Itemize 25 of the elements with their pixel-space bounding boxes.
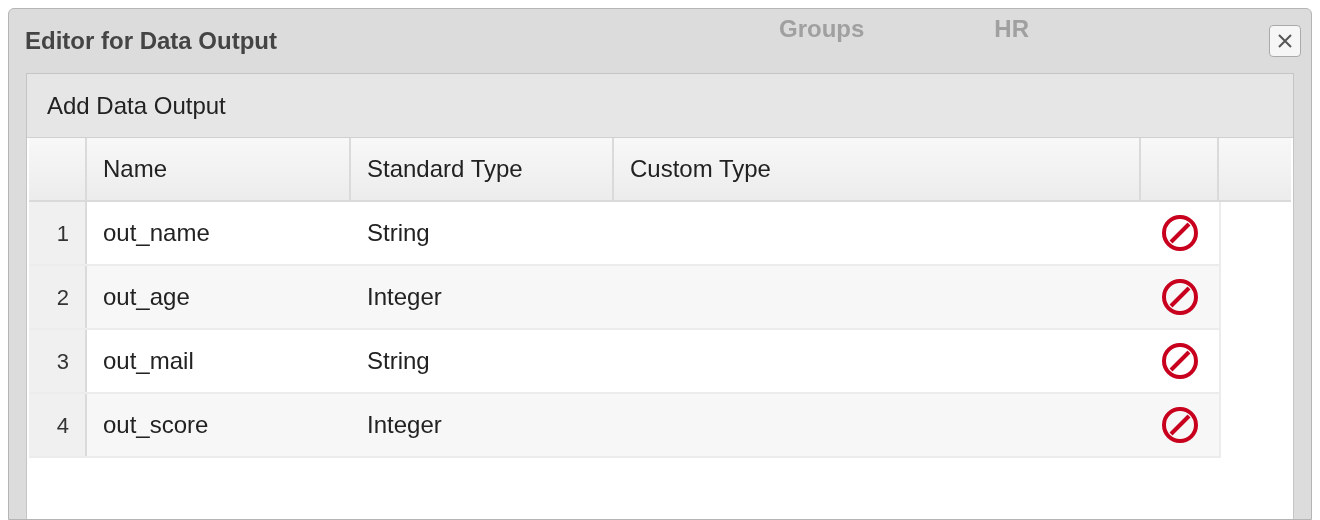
table-cell-text: Integer — [366, 282, 443, 312]
row-number: 2 — [29, 266, 87, 328]
column-header: Standard Type — [351, 138, 614, 200]
table-cell-text: String — [366, 218, 431, 248]
delete-icon[interactable] — [1160, 341, 1200, 381]
row-number: 4 — [29, 394, 87, 456]
row-number: 1 — [29, 202, 87, 264]
delete-icon[interactable] — [1160, 277, 1200, 317]
close-icon — [1276, 32, 1294, 50]
table-cell-text: String — [366, 346, 431, 376]
delete-icon[interactable] — [1160, 405, 1200, 445]
table-cell-text: out_name — [102, 218, 211, 248]
panel-title: Add Data Output — [47, 90, 226, 121]
row-number: 3 — [29, 330, 87, 392]
table-cell-text: out_age — [102, 282, 191, 312]
background-text: HR — [994, 14, 1029, 44]
table-cell-text: out_score — [102, 410, 210, 440]
column-header: Custom Type — [614, 138, 1141, 200]
background-text: Groups — [779, 14, 865, 44]
table-cell-text: out_mail — [102, 346, 195, 376]
window-title: Editor for Data Output — [25, 26, 277, 56]
table-cell-text: Integer — [366, 410, 443, 440]
column-header: Name — [87, 138, 351, 200]
close-button[interactable] — [1269, 25, 1301, 57]
delete-icon[interactable] — [1160, 213, 1200, 253]
